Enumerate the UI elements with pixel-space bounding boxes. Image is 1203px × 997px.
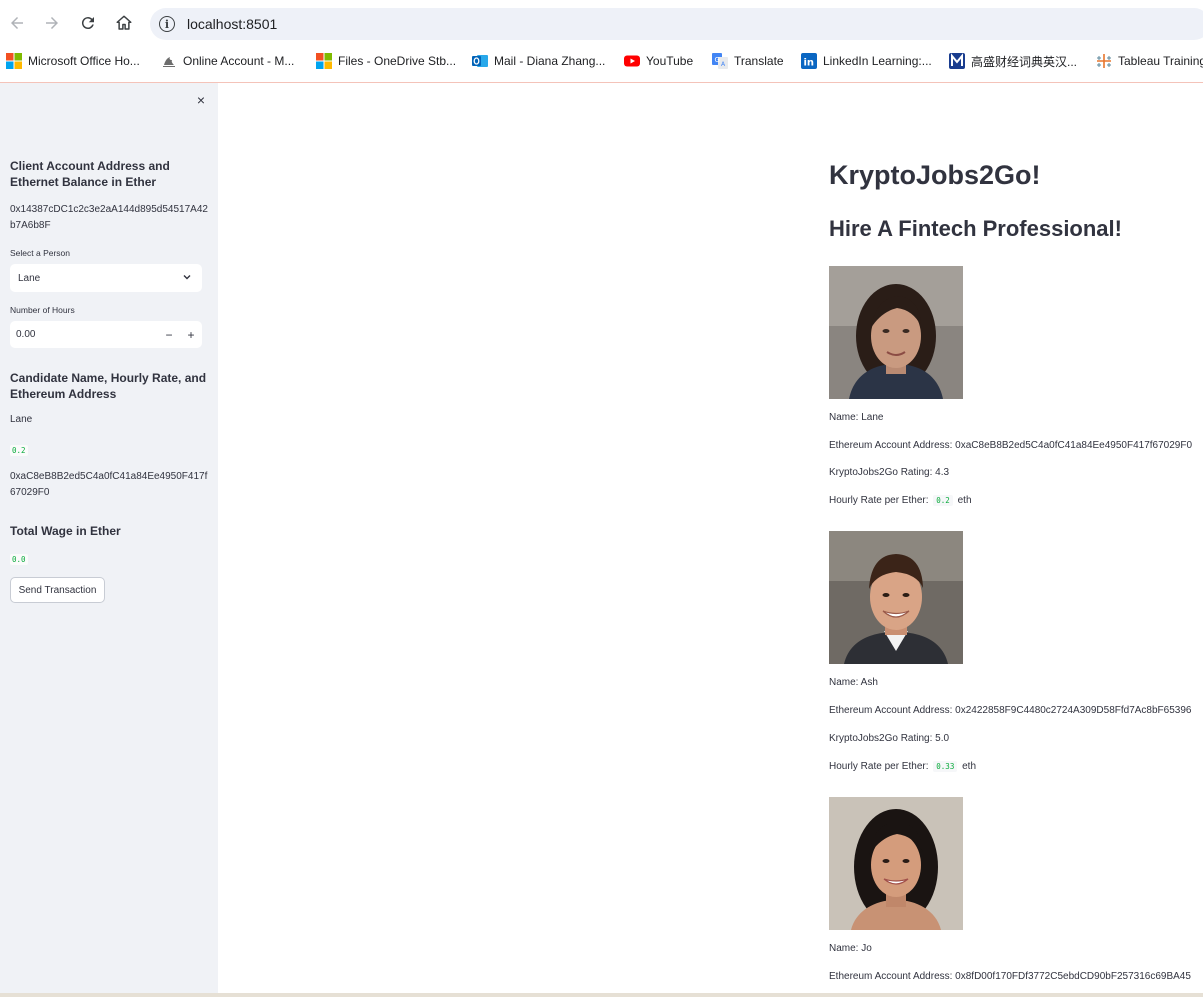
person-select[interactable]: Lane — [10, 264, 202, 292]
reload-icon — [81, 17, 94, 30]
candidate-rating: KryptoJobs2Go Rating: 5.0 — [829, 733, 950, 744]
hours-number-input[interactable]: 0.00 − + — [10, 321, 202, 348]
microsoft-icon — [6, 53, 22, 69]
government-icon — [163, 57, 175, 67]
candidate-address: Ethereum Account Address: 0x8fD00f170FDf… — [829, 971, 1191, 982]
bookmark-item[interactable]: Files - OneDrive Stb... — [316, 50, 456, 72]
account-heading: Client Account Address and Ethernet Bala… — [10, 159, 170, 189]
bookmark-label: Online Account - M... — [183, 54, 295, 68]
candidate-photo — [829, 531, 963, 664]
bookmark-label: Tableau Training — [1118, 54, 1203, 68]
back-button[interactable] — [6, 12, 28, 34]
arrow-left-icon — [11, 17, 23, 29]
bookmarks-bar: Microsoft Office Ho... Online Account - … — [0, 50, 1203, 72]
linkedin-icon: in — [801, 53, 817, 69]
translate-icon: GA — [712, 53, 728, 69]
account-address: 0x14387cDC1c2c3e2aA144d895d54517A42b7A6b… — [10, 204, 208, 231]
rate-value: 0.33 — [933, 761, 958, 772]
bookmark-item[interactable]: Microsoft Office Ho... — [6, 50, 140, 72]
dictionary-icon — [949, 53, 965, 69]
browser-chrome: i localhost:8501 Microsoft Office Ho... … — [0, 0, 1203, 83]
svg-text:in: in — [804, 58, 815, 69]
site-info-icon[interactable]: i — [159, 16, 175, 32]
bookmark-label: Translate — [734, 54, 784, 68]
bookmark-label: Mail - Diana Zhang... — [494, 54, 606, 68]
reload-button[interactable] — [77, 12, 99, 34]
bookmark-item[interactable]: GA Translate — [712, 50, 784, 72]
rate-unit: eth — [962, 761, 977, 772]
url-text: localhost:8501 — [187, 16, 278, 32]
window-bottom-edge — [0, 993, 1203, 997]
browser-navbar: i localhost:8501 — [0, 0, 1203, 46]
select-person-label: Select a Person — [10, 248, 71, 258]
bookmark-item[interactable]: YouTube — [624, 50, 693, 72]
candidate-name: Name: Jo — [829, 943, 872, 954]
bookmark-item[interactable]: Tableau Training — [1096, 50, 1203, 72]
home-button[interactable] — [113, 12, 135, 34]
candidate-address: Ethereum Account Address: 0xaC8eB8B2ed5C… — [829, 440, 1193, 451]
bookmark-label: Files - OneDrive Stb... — [338, 54, 457, 68]
rate-prefix: Hourly Rate per Ether: — [829, 495, 929, 506]
rate-prefix: Hourly Rate per Ether: — [829, 761, 929, 772]
sidebar: × Client Account Address and Ethernet Ba… — [0, 83, 218, 997]
candidate-name: Lane — [10, 414, 33, 425]
hours-label: Number of Hours — [10, 305, 75, 315]
bookmark-label: 高盛财经词典英汉... — [971, 54, 1078, 69]
rate-value: 0.2 — [933, 495, 953, 506]
candidate-address: Ethereum Account Address: 0x2422858F9C44… — [829, 705, 1192, 716]
send-transaction-button[interactable]: Send Transaction — [10, 577, 105, 603]
tableau-icon — [1097, 54, 1111, 68]
bookmark-item[interactable]: 高盛财经词典英汉... — [949, 50, 1077, 72]
candidate-rate: Hourly Rate per Ether: 0.33 eth — [829, 761, 976, 772]
youtube-icon — [624, 55, 640, 67]
close-sidebar-icon[interactable]: × — [193, 92, 209, 108]
microsoft-icon — [316, 53, 332, 69]
arrow-right-icon — [46, 17, 58, 29]
candidate-photo — [829, 266, 963, 399]
wage-heading: Total Wage in Ether — [10, 524, 121, 538]
svg-text:G: G — [715, 56, 720, 64]
person-select-value: Lane — [18, 272, 41, 284]
forward-button[interactable] — [41, 12, 63, 34]
bookmark-label: LinkedIn Learning:... — [823, 54, 932, 68]
candidate-address: 0xaC8eB8B2ed5C4a0fC41a84Ee4950F417f67029… — [10, 471, 208, 498]
candidate-rate: 0.2 — [10, 445, 28, 456]
candidate-photo — [829, 797, 963, 930]
home-icon — [116, 15, 132, 30]
outlook-icon — [472, 55, 488, 67]
bookmark-label: YouTube — [646, 54, 694, 68]
bookmark-item[interactable]: Online Account - M... — [161, 50, 294, 72]
page-title: KryptoJobs2Go! — [829, 160, 1041, 190]
address-bar[interactable]: i localhost:8501 — [150, 8, 1203, 40]
hours-value[interactable]: 0.00 — [10, 329, 158, 340]
candidate-name: Name: Ash — [829, 677, 878, 688]
decrement-button[interactable]: − — [158, 328, 180, 342]
bookmark-label: Microsoft Office Ho... — [28, 54, 140, 68]
bookmark-item[interactable]: in LinkedIn Learning:... — [801, 50, 932, 72]
bookmark-item[interactable]: Mail - Diana Zhang... — [472, 50, 605, 72]
chevron-down-icon — [182, 272, 192, 285]
wage-value: 0.0 — [10, 554, 28, 565]
candidate-name: Name: Lane — [829, 412, 884, 423]
candidate-rating: KryptoJobs2Go Rating: 4.3 — [829, 467, 950, 478]
rate-unit: eth — [957, 495, 972, 506]
page-subtitle: Hire A Fintech Professional! — [829, 216, 1122, 241]
candidate-heading: Candidate Name, Hourly Rate, and Ethereu… — [10, 371, 207, 401]
candidate-rate: Hourly Rate per Ether: 0.2 eth — [829, 495, 972, 506]
increment-button[interactable]: + — [180, 328, 202, 342]
